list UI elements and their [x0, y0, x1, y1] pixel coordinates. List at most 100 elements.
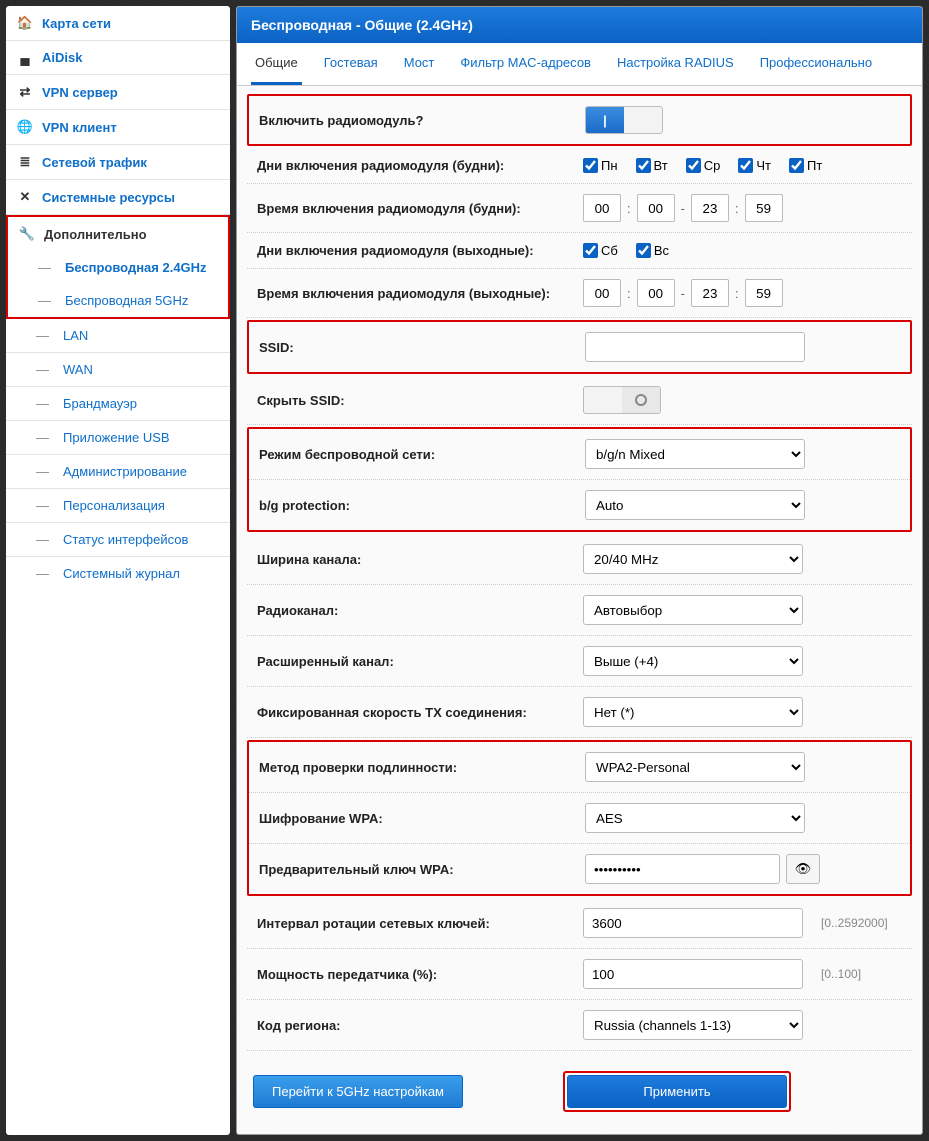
- we-m1[interactable]: [637, 279, 675, 307]
- label-auth: Метод проверки подлинности:: [255, 760, 585, 775]
- tab-radius[interactable]: Настройка RADIUS: [613, 43, 738, 85]
- wpa-psk-input[interactable]: [585, 854, 780, 884]
- sidebar-label: VPN клиент: [42, 120, 117, 135]
- globe-icon: 🌐: [16, 119, 34, 135]
- show-password-button[interactable]: 👁: [786, 854, 820, 884]
- toggle-hide-ssid[interactable]: [583, 386, 661, 414]
- chk-sun[interactable]: Вс: [636, 243, 669, 258]
- ssid-input[interactable]: [585, 332, 805, 362]
- sidebar-sub-wan[interactable]: — WAN: [6, 353, 230, 387]
- tab-bar: Общие Гостевая Мост Фильтр MAC-адресов Н…: [237, 43, 922, 86]
- select-bg-protection[interactable]: Auto: [585, 490, 805, 520]
- sidebar-sub-label: Администрирование: [63, 464, 187, 479]
- rekey-hint: [0..2592000]: [821, 916, 888, 930]
- chk-fri[interactable]: Пт: [789, 158, 822, 173]
- sidebar-sub-admin[interactable]: — Администрирование: [6, 455, 230, 489]
- sidebar-sub-label: Брандмауэр: [63, 396, 137, 411]
- label-time-weekday: Время включения радиомодуля (будни):: [253, 201, 583, 216]
- tab-macfilter[interactable]: Фильтр MAC-адресов: [456, 43, 595, 85]
- sidebar-sub-label: Приложение USB: [63, 430, 170, 445]
- wk-h1[interactable]: [583, 194, 621, 222]
- sidebar-sub-personal[interactable]: — Персонализация: [6, 489, 230, 523]
- sidebar-item-sysres[interactable]: ✕ Системные ресурсы: [6, 180, 230, 215]
- toggle-enable-radio[interactable]: |: [585, 106, 663, 134]
- dash-icon: —: [36, 362, 49, 377]
- tab-pro[interactable]: Профессионально: [756, 43, 876, 85]
- chk-tue[interactable]: Вт: [636, 158, 668, 173]
- tx-power-hint: [0..100]: [821, 967, 861, 981]
- apply-button[interactable]: Применить: [567, 1075, 787, 1108]
- sidebar-sub-label: Персонализация: [63, 498, 165, 513]
- dash-icon: —: [36, 566, 49, 581]
- select-channel-width[interactable]: 20/40 MHz: [583, 544, 803, 574]
- select-wpa-enc[interactable]: AES: [585, 803, 805, 833]
- tx-power-input[interactable]: [583, 959, 803, 989]
- sidebar-label: Карта сети: [42, 16, 111, 31]
- select-region[interactable]: Russia (channels 1-13): [583, 1010, 803, 1040]
- sidebar-sub-label: Беспроводная 2.4GHz: [65, 260, 207, 275]
- sidebar-sub-syslog[interactable]: — Системный журнал: [6, 557, 230, 590]
- tab-general[interactable]: Общие: [251, 43, 302, 85]
- select-ext-channel[interactable]: Выше (+4): [583, 646, 803, 676]
- weekday-checks: Пн Вт Ср Чт Пт: [583, 158, 906, 173]
- sidebar-label: Системные ресурсы: [42, 190, 175, 205]
- sidebar-item-vpnserver[interactable]: ⇄ VPN сервер: [6, 75, 230, 110]
- label-rekey: Интервал ротации сетевых ключей:: [253, 916, 583, 931]
- tab-guest[interactable]: Гостевая: [320, 43, 382, 85]
- label-channel-width: Ширина канала:: [253, 552, 583, 567]
- dash-icon: —: [36, 464, 49, 479]
- sidebar-item-aidisk[interactable]: ▄ AiDisk: [6, 41, 230, 75]
- we-h1[interactable]: [583, 279, 621, 307]
- tab-bridge[interactable]: Мост: [400, 43, 439, 85]
- sidebar-sub-wl24[interactable]: — Беспроводная 2.4GHz: [8, 251, 228, 284]
- chk-thu[interactable]: Чт: [738, 158, 771, 173]
- select-auth[interactable]: WPA2-Personal: [585, 752, 805, 782]
- resources-icon: ✕: [16, 189, 34, 205]
- sidebar-sub-lan[interactable]: — LAN: [6, 319, 230, 353]
- sidebar-label: Сетевой трафик: [42, 155, 147, 170]
- we-h2[interactable]: [691, 279, 729, 307]
- page-title: Беспроводная - Общие (2.4GHz): [237, 7, 922, 43]
- rekey-input[interactable]: [583, 908, 803, 938]
- sidebar-item-vpnclient[interactable]: 🌐 VPN клиент: [6, 110, 230, 145]
- wk-h2[interactable]: [691, 194, 729, 222]
- label-ext-channel: Расширенный канал:: [253, 654, 583, 669]
- sidebar-item-netmap[interactable]: 🏠 Карта сети: [6, 6, 230, 41]
- dash-icon: —: [36, 498, 49, 513]
- home-icon: 🏠: [16, 15, 34, 31]
- disk-icon: ▄: [16, 50, 34, 65]
- sidebar-sub-label: Системный журнал: [63, 566, 180, 581]
- vpn-server-icon: ⇄: [16, 84, 34, 100]
- label-enable-radio: Включить радиомодуль?: [255, 113, 585, 128]
- sidebar-item-traffic[interactable]: ≣ Сетевой трафик: [6, 145, 230, 180]
- sidebar-item-advanced[interactable]: 🔧 Дополнительно: [8, 217, 228, 251]
- dash-icon: —: [36, 430, 49, 445]
- toggle-off-icon: [622, 387, 660, 413]
- toggle-on-icon: |: [586, 107, 624, 133]
- label-tx-power: Мощность передатчика (%):: [253, 967, 583, 982]
- goto-5ghz-button[interactable]: Перейти к 5GHz настройкам: [253, 1075, 463, 1108]
- sidebar-sub-firewall[interactable]: — Брандмауэр: [6, 387, 230, 421]
- wk-m1[interactable]: [637, 194, 675, 222]
- we-m2[interactable]: [745, 279, 783, 307]
- label-hide-ssid: Скрыть SSID:: [253, 393, 583, 408]
- chk-sat[interactable]: Сб: [583, 243, 618, 258]
- eye-icon: 👁: [795, 861, 812, 877]
- chk-mon[interactable]: Пн: [583, 158, 618, 173]
- sidebar-label: VPN сервер: [42, 85, 118, 100]
- chk-wed[interactable]: Ср: [686, 158, 721, 173]
- label-tx-rate: Фиксированная скорость TX соединения:: [253, 705, 583, 720]
- sidebar-sub-label: Беспроводная 5GHz: [65, 293, 188, 308]
- dash-icon: —: [36, 532, 49, 547]
- sidebar-sub-wl5[interactable]: — Беспроводная 5GHz: [8, 284, 228, 317]
- select-mode[interactable]: b/g/n Mixed: [585, 439, 805, 469]
- wk-m2[interactable]: [745, 194, 783, 222]
- sidebar-sub-label: LAN: [63, 328, 88, 343]
- select-radio-channel[interactable]: Автовыбор: [583, 595, 803, 625]
- sidebar-sub-ifstatus[interactable]: — Статус интерфейсов: [6, 523, 230, 557]
- select-tx-rate[interactable]: Нет (*): [583, 697, 803, 727]
- sidebar-sub-usb[interactable]: — Приложение USB: [6, 421, 230, 455]
- dash-icon: —: [36, 396, 49, 411]
- sidebar-label: Дополнительно: [44, 227, 147, 242]
- label-mode: Режим беспроводной сети:: [255, 447, 585, 462]
